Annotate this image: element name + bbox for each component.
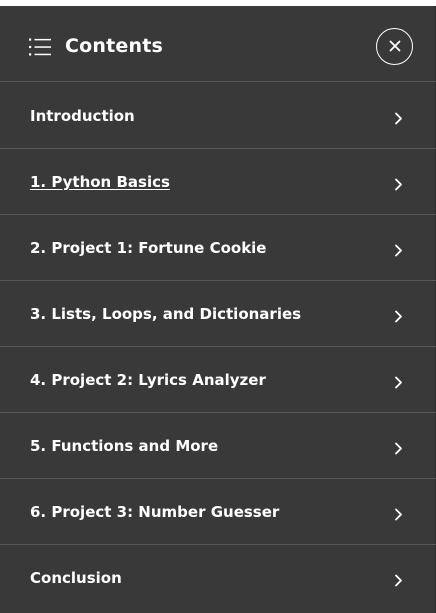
toc-item-python-basics[interactable]: 1. Python Basics xyxy=(0,149,436,215)
toc-item-label: 6. Project 3: Number Guesser xyxy=(30,503,280,521)
chevron-right-icon xyxy=(394,374,403,389)
chevron-right-icon xyxy=(394,440,403,455)
toc-item-functions-and-more[interactable]: 5. Functions and More xyxy=(0,413,436,479)
contents-title: Contents xyxy=(65,35,164,57)
toc-item-label: 2. Project 1: Fortune Cookie xyxy=(30,239,267,257)
list-icon xyxy=(29,38,51,56)
chevron-right-icon xyxy=(394,308,403,323)
contents-header: Contents xyxy=(0,6,436,82)
contents-panel: Contents Introduction 1. Python Basics 2 xyxy=(0,0,436,613)
table-of-contents: Introduction 1. Python Basics 2. Project… xyxy=(0,83,436,611)
toc-item-label: Conclusion xyxy=(30,569,122,587)
toc-item-number-guesser[interactable]: 6. Project 3: Number Guesser xyxy=(0,479,436,545)
toc-item-lyrics-analyzer[interactable]: 4. Project 2: Lyrics Analyzer xyxy=(0,347,436,413)
toc-item-introduction[interactable]: Introduction xyxy=(0,83,436,149)
close-button[interactable] xyxy=(376,28,413,65)
toc-item-conclusion[interactable]: Conclusion xyxy=(0,545,436,611)
close-icon xyxy=(389,37,401,56)
toc-item-label: 4. Project 2: Lyrics Analyzer xyxy=(30,371,266,389)
toc-item-label: 5. Functions and More xyxy=(30,437,219,455)
toc-item-fortune-cookie[interactable]: 2. Project 1: Fortune Cookie xyxy=(0,215,436,281)
chevron-right-icon xyxy=(394,242,403,257)
toc-item-label: 1. Python Basics xyxy=(30,173,170,191)
toc-item-label: 3. Lists, Loops, and Dictionaries xyxy=(30,305,302,323)
chevron-right-icon xyxy=(394,506,403,521)
chevron-right-icon xyxy=(394,110,403,125)
chevron-right-icon xyxy=(394,176,403,191)
chevron-right-icon xyxy=(394,572,403,587)
toc-item-label: Introduction xyxy=(30,107,135,125)
toc-item-lists-loops-dictionaries[interactable]: 3. Lists, Loops, and Dictionaries xyxy=(0,281,436,347)
